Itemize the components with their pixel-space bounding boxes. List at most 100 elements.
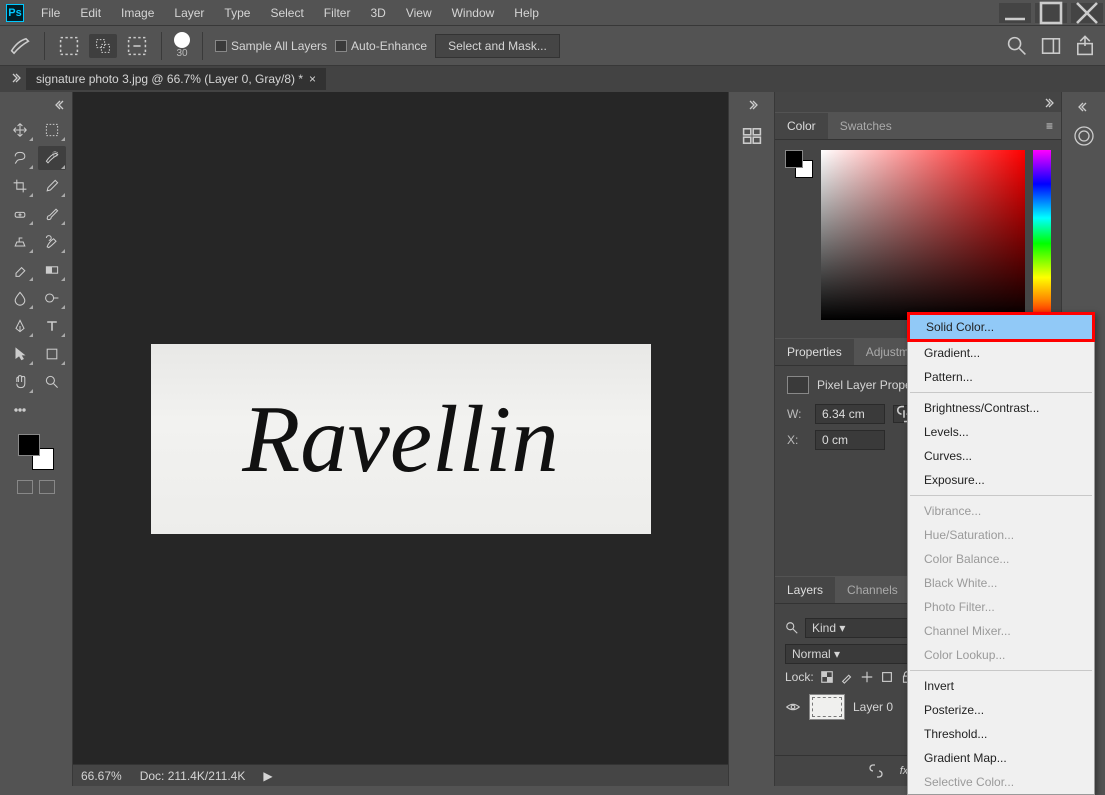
- lock-artboard-icon[interactable]: [880, 670, 894, 684]
- menubar: File Edit Image Layer Type Select Filter…: [32, 2, 548, 24]
- menu-layer[interactable]: Layer: [165, 2, 213, 24]
- creative-cloud-icon[interactable]: [1072, 124, 1096, 148]
- layer-visibility-icon[interactable]: [785, 699, 801, 715]
- hand-tool[interactable]: [6, 370, 34, 394]
- menu-view[interactable]: View: [397, 2, 441, 24]
- menu-posterize[interactable]: Posterize...: [908, 698, 1094, 722]
- type-tool[interactable]: [38, 314, 66, 338]
- menu-help[interactable]: Help: [505, 2, 548, 24]
- zoom-level[interactable]: 66.67%: [81, 769, 122, 783]
- menu-color-lookup: Color Lookup...: [908, 643, 1094, 667]
- color-panel-menu-icon[interactable]: ≡: [1038, 113, 1061, 139]
- history-brush-tool[interactable]: [38, 230, 66, 254]
- color-fgbg-swatch[interactable]: [785, 150, 813, 178]
- new-selection-icon[interactable]: [57, 34, 81, 58]
- lock-transparent-icon[interactable]: [820, 670, 834, 684]
- healing-brush-tool[interactable]: [6, 202, 34, 226]
- menu-brightness-contrast[interactable]: Brightness/Contrast...: [908, 396, 1094, 420]
- brush-preset[interactable]: 30: [174, 32, 190, 59]
- menu-invert[interactable]: Invert: [908, 674, 1094, 698]
- menu-gradient-map[interactable]: Gradient Map...: [908, 746, 1094, 770]
- menu-levels[interactable]: Levels...: [908, 420, 1094, 444]
- auto-enhance-checkbox[interactable]: Auto-Enhance: [335, 39, 427, 53]
- layer-thumbnail[interactable]: [809, 694, 845, 720]
- tab-channels[interactable]: Channels: [835, 577, 910, 603]
- menu-threshold[interactable]: Threshold...: [908, 722, 1094, 746]
- zoom-tool[interactable]: [38, 370, 66, 394]
- pen-tool[interactable]: [6, 314, 34, 338]
- document-tab-label: signature photo 3.jpg @ 66.7% (Layer 0, …: [36, 72, 303, 86]
- menu-filter[interactable]: Filter: [315, 2, 360, 24]
- sample-all-layers-checkbox[interactable]: Sample All Layers: [215, 39, 327, 53]
- minimize-button[interactable]: [999, 3, 1031, 23]
- quick-selection-tool[interactable]: [38, 146, 66, 170]
- panel-collapse-left[interactable]: [8, 71, 22, 87]
- menu-select[interactable]: Select: [261, 2, 312, 24]
- current-tool-icon[interactable]: [8, 34, 32, 58]
- canvas-area[interactable]: Ravellin 66.67% Doc: 211.4K/211.4K ▶: [73, 92, 728, 786]
- dodge-tool[interactable]: [38, 286, 66, 310]
- toolbox-collapse[interactable]: [54, 98, 68, 114]
- quick-mask-icon[interactable]: [17, 480, 33, 494]
- move-tool[interactable]: [6, 118, 34, 142]
- tab-layers[interactable]: Layers: [775, 577, 835, 603]
- menu-black-white: Black White...: [908, 571, 1094, 595]
- menu-exposure[interactable]: Exposure...: [908, 468, 1094, 492]
- menu-type[interactable]: Type: [215, 2, 259, 24]
- close-tab-icon[interactable]: ×: [309, 72, 316, 86]
- panel-expand[interactable]: [745, 98, 759, 114]
- hue-slider[interactable]: [1033, 150, 1051, 320]
- menu-3d[interactable]: 3D: [361, 2, 394, 24]
- x-label: X:: [787, 433, 807, 447]
- workspace-icon[interactable]: [1039, 34, 1063, 58]
- history-panel-icon[interactable]: [740, 124, 764, 148]
- search-icon[interactable]: [1005, 34, 1029, 58]
- menu-file[interactable]: File: [32, 2, 69, 24]
- brush-tool[interactable]: [38, 202, 66, 226]
- lasso-tool[interactable]: [6, 146, 34, 170]
- subtract-selection-icon[interactable]: [125, 34, 149, 58]
- lock-paint-icon[interactable]: [840, 670, 854, 684]
- right-dock-collapse[interactable]: [1077, 100, 1091, 116]
- edit-toolbar[interactable]: [6, 398, 34, 422]
- width-input[interactable]: [815, 404, 885, 424]
- select-and-mask-button[interactable]: Select and Mask...: [435, 34, 560, 58]
- eraser-tool[interactable]: [6, 258, 34, 282]
- close-button[interactable]: [1071, 3, 1103, 23]
- lock-position-icon[interactable]: [860, 670, 874, 684]
- tab-swatches[interactable]: Swatches: [828, 113, 904, 139]
- foreground-color[interactable]: [18, 434, 40, 456]
- layer-filter-search-icon[interactable]: [785, 621, 799, 635]
- gradient-tool[interactable]: [38, 258, 66, 282]
- link-layers-icon[interactable]: [867, 762, 885, 780]
- menu-image[interactable]: Image: [112, 2, 163, 24]
- clone-stamp-tool[interactable]: [6, 230, 34, 254]
- shape-tool[interactable]: [38, 342, 66, 366]
- menu-solid-color[interactable]: Solid Color...: [907, 312, 1095, 342]
- screen-mode-icon[interactable]: [39, 480, 55, 494]
- color-picker-field[interactable]: [821, 150, 1025, 320]
- tab-color[interactable]: Color: [775, 113, 828, 139]
- add-selection-icon[interactable]: [89, 34, 117, 58]
- doc-size[interactable]: Doc: 211.4K/211.4K: [140, 769, 246, 783]
- menu-window[interactable]: Window: [443, 2, 504, 24]
- share-icon[interactable]: [1073, 34, 1097, 58]
- marquee-tool[interactable]: [38, 118, 66, 142]
- menu-curves[interactable]: Curves...: [908, 444, 1094, 468]
- eyedropper-tool[interactable]: [38, 174, 66, 198]
- x-input[interactable]: [815, 430, 885, 450]
- menu-gradient[interactable]: Gradient...: [908, 341, 1094, 365]
- crop-tool[interactable]: [6, 174, 34, 198]
- menu-pattern[interactable]: Pattern...: [908, 365, 1094, 389]
- document-tab[interactable]: signature photo 3.jpg @ 66.7% (Layer 0, …: [26, 68, 326, 90]
- maximize-button[interactable]: [1035, 3, 1067, 23]
- document-canvas[interactable]: Ravellin: [151, 344, 651, 534]
- menu-edit[interactable]: Edit: [71, 2, 110, 24]
- layer-name[interactable]: Layer 0: [853, 700, 893, 714]
- foreground-background-swatch[interactable]: [16, 432, 56, 472]
- panels-collapse[interactable]: [1041, 96, 1055, 112]
- blur-tool[interactable]: [6, 286, 34, 310]
- tab-properties[interactable]: Properties: [775, 339, 854, 365]
- status-chevron-icon[interactable]: ▶: [263, 769, 272, 783]
- path-selection-tool[interactable]: [6, 342, 34, 366]
